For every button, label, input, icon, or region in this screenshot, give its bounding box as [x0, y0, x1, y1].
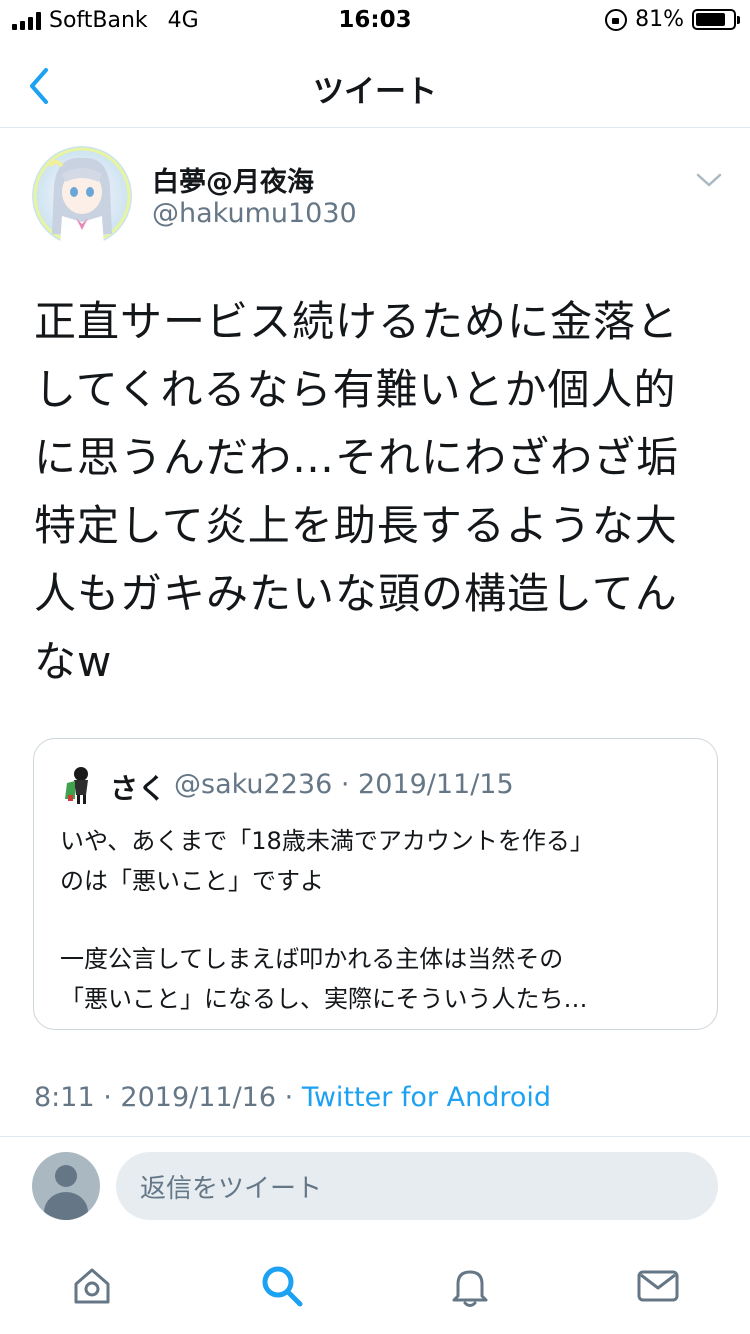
messages-icon: [637, 1270, 679, 1302]
tweet-text: 正直サービス続けるために金落と してくれるなら有難いとか個人的 に思うんだわ…そ…: [34, 288, 724, 696]
tweet-text-line: に思うんだわ…それにわざわざ垢: [34, 433, 680, 482]
author-display-name[interactable]: 白夢@月夜海: [152, 160, 314, 199]
user-avatar[interactable]: [32, 1152, 100, 1220]
tweet-text-line: 人もガキみたいな頭の構造してん: [34, 569, 678, 618]
search-icon: [262, 1266, 303, 1307]
quoted-display-name: さく: [110, 772, 167, 805]
quoted-tweet-card[interactable]: さく @saku2236 · 2019/11/15 いや、あくまで「18歳未満で…: [33, 738, 718, 1030]
quoted-author-avatar: [61, 765, 95, 805]
quoted-text-line: 「悪いこと」になるし、実際にそういう人たち…: [60, 985, 588, 1013]
tweet-meta: 8:11 · 2019/11/16 · Twitter for Android: [34, 1082, 551, 1113]
battery-icon: [692, 9, 740, 30]
author-handle[interactable]: @hakumu1030: [152, 198, 357, 229]
tab-notifications[interactable]: [446, 1262, 494, 1310]
tab-search[interactable]: [258, 1262, 306, 1310]
rotation-lock-icon: [605, 8, 628, 31]
quoted-text-line: 一度公言してしまえば叩かれる主体は当然その: [60, 945, 564, 973]
default-avatar-body: [44, 1192, 88, 1220]
home-icon: [74, 1268, 110, 1304]
quoted-handle: @saku2236: [174, 769, 333, 800]
quoted-avatar-image: [61, 765, 95, 805]
quoted-text-line: いや、あくまで「18歳未満でアカウントを作る」: [60, 827, 594, 855]
tweet-source-link[interactable]: Twitter for Android: [302, 1082, 551, 1113]
quoted-meta: @saku2236 · 2019/11/15: [174, 769, 514, 800]
notifications-icon: [452, 1270, 488, 1307]
status-right: 81%: [605, 7, 740, 32]
author-avatar[interactable]: [32, 146, 132, 246]
tweet-text-line: なw: [34, 637, 113, 686]
status-bar: SoftBank 4G 16:03 81%: [0, 0, 750, 40]
nav-header: ツイート: [0, 44, 750, 128]
quoted-text-line: のは「悪いこと」ですよ: [60, 867, 324, 895]
avatar-image: [32, 146, 132, 246]
meta-separator: ·: [284, 1082, 294, 1113]
reply-input[interactable]: 返信をツイート: [116, 1152, 718, 1220]
reply-placeholder: 返信をツイート: [140, 1173, 323, 1204]
page-title: ツイート: [313, 74, 437, 110]
tweet-date: 2019/11/16: [120, 1082, 277, 1113]
tab-messages[interactable]: [634, 1262, 682, 1310]
default-avatar-head: [55, 1165, 77, 1187]
meta-separator: ·: [103, 1082, 112, 1113]
tweet-time: 8:11: [34, 1082, 95, 1113]
quoted-separator: ·: [340, 769, 350, 800]
battery-percent: 81%: [635, 7, 684, 32]
chevron-down-icon: [696, 173, 722, 187]
quoted-date: 2019/11/15: [358, 769, 514, 800]
tweet-options-button[interactable]: [694, 168, 724, 192]
tab-home[interactable]: [68, 1262, 116, 1310]
tweet-text-line: 特定して炎上を助長するような大: [34, 501, 678, 550]
tweet-text-line: してくれるなら有難いとか個人的: [34, 365, 677, 414]
divider: [0, 1136, 750, 1137]
quoted-text: いや、あくまで「18歳未満でアカウントを作る」 のは「悪いこと」ですよ 一度公言…: [60, 821, 700, 1019]
tweet-text-line: 正直サービス続けるために金落と: [34, 297, 680, 346]
